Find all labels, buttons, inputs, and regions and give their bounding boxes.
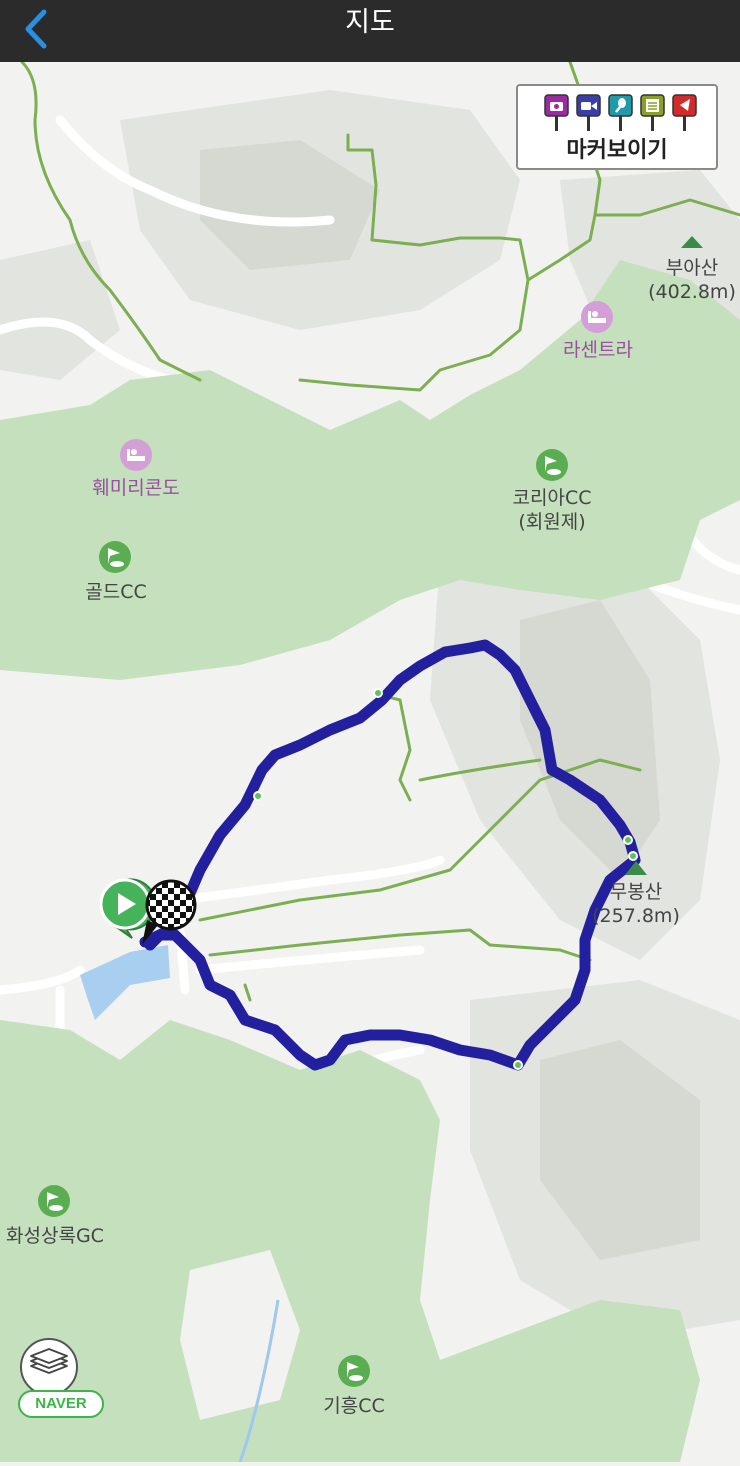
app-header: 지도 <box>0 0 740 62</box>
golf-icon <box>536 449 568 481</box>
flag-icon <box>672 94 697 131</box>
hotel-icon <box>581 301 613 333</box>
poi-label-korea-cc: 코리아CC (회원제) <box>496 486 608 534</box>
map-canvas <box>0 60 740 1463</box>
golf-course-note: (회원제) <box>518 511 586 533</box>
mountain-height: (257.8m) <box>592 905 680 927</box>
poi-label-hwaseong-gc: 화성상록GC <box>6 1225 104 1247</box>
layers-icon <box>30 1348 68 1374</box>
show-markers-label: 마커보이기 <box>566 138 668 163</box>
hotel-icon <box>120 439 152 471</box>
camera-icon <box>544 94 569 131</box>
golf-course-name: 코리아CC <box>512 487 592 509</box>
memo-icon <box>640 94 665 131</box>
microphone-icon <box>608 94 633 131</box>
poi-label-gold-cc: 골드CC <box>85 581 147 603</box>
naver-logo: NAVER <box>18 1390 104 1418</box>
golf-icon <box>338 1355 370 1387</box>
golf-icon <box>38 1185 70 1217</box>
poi-label-lasentra: 라센트라 <box>563 339 633 361</box>
page-title: 지도 <box>345 7 395 38</box>
map-layers-button[interactable] <box>20 1338 78 1396</box>
map-view[interactable]: 부아산 (402.8m) 라센트라 훼미리콘도 코리아CC (회원제) 골드CC… <box>0 60 740 1463</box>
mountain-label-mubongsan: 무봉산 (257.8m) <box>586 880 686 928</box>
poi-label-giheung-cc: 기흥CC <box>323 1395 385 1417</box>
mountain-name: 무봉산 <box>609 881 663 903</box>
mountain-label-buasan: 부아산 (402.8m) <box>640 256 740 304</box>
show-markers-button[interactable]: 마커보이기 <box>516 84 718 170</box>
video-icon <box>576 94 601 131</box>
mountain-height: (402.8m) <box>648 281 736 303</box>
poi-label-hwemiri: 훼미리콘도 <box>92 477 180 499</box>
mountain-name: 부아산 <box>665 257 719 279</box>
golf-icon <box>99 541 131 573</box>
